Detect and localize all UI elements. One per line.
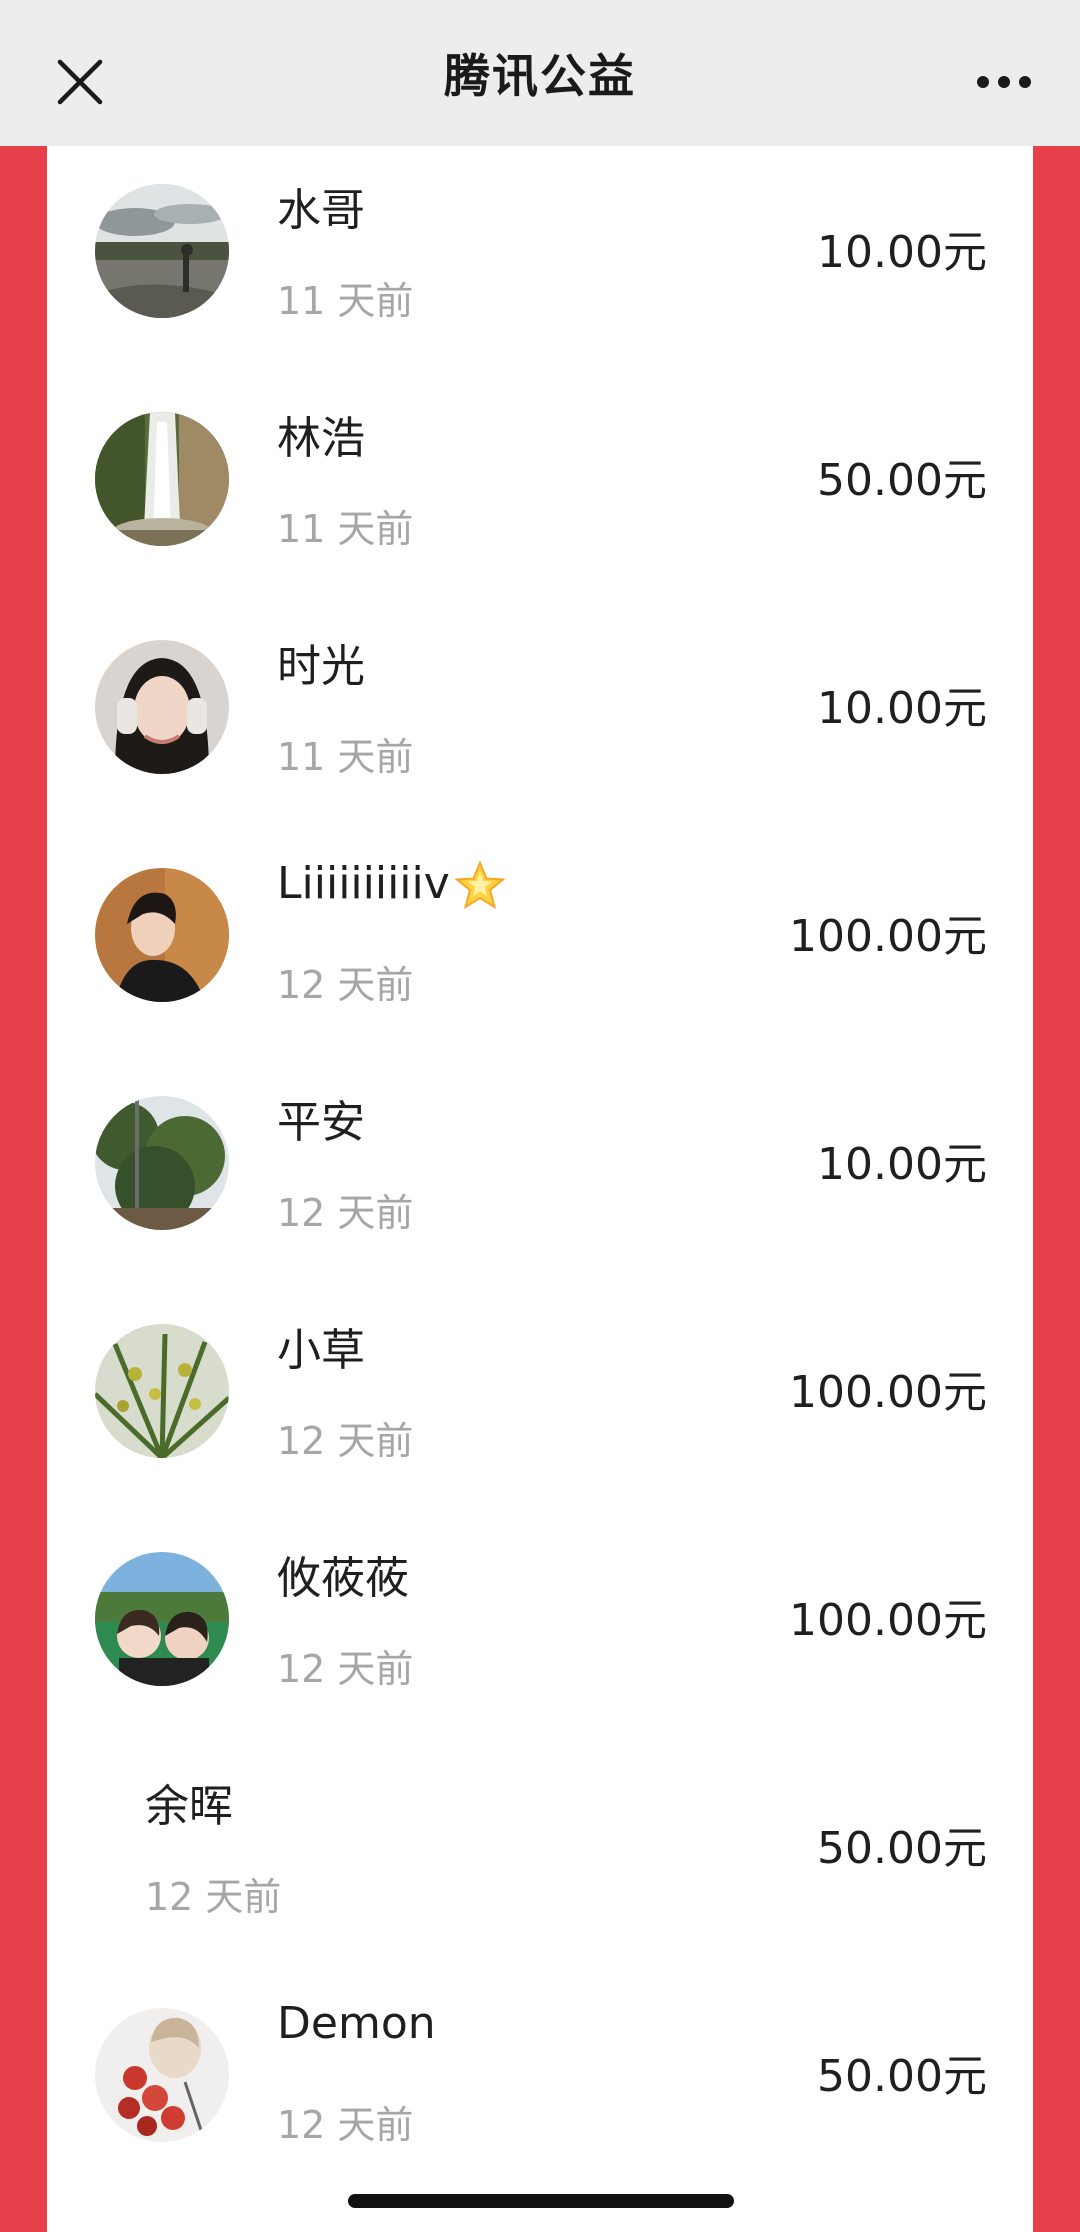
donation-amount: 50.00元 [817,2051,987,2102]
donation-amount: 50.00元 [817,1823,987,1874]
donation-time: 11 天前 [277,735,414,779]
donation-time: 12 天前 [277,2103,414,2147]
donor-name: 余晖 [145,1781,233,1832]
donor-row[interactable]: Liiiiiiiiiiv 12 天前 100.00元 [47,830,1033,1058]
page-title: 腾讯公益 [444,49,636,103]
more-icon [977,76,1031,88]
avatar-landscape-icon[interactable] [95,184,229,318]
donation-time: 11 天前 [277,279,414,323]
avatar-plant-icon[interactable] [95,1324,229,1458]
avatar-portrait-icon[interactable] [95,868,229,1002]
donor-list: 水哥 11 天前 10.00元 林浩 11 天前 50.00元 时光 11 天前… [47,146,1033,2232]
donor-name: Liiiiiiiiiiv [277,858,506,912]
donation-time: 12 天前 [277,1191,414,1235]
donation-amount: 10.00元 [817,683,987,734]
donor-name: 攸莜莜 [277,1553,409,1604]
donor-row[interactable]: Demon 12 天前 50.00元 [47,1970,1033,2198]
donation-amount: 10.00元 [817,227,987,278]
avatar-waterfall-icon[interactable] [95,412,229,546]
donor-name: 小草 [277,1325,365,1376]
page-background: 水哥 11 天前 10.00元 林浩 11 天前 50.00元 时光 11 天前… [0,146,1080,2232]
donor-row[interactable]: 平安 12 天前 10.00元 [47,1058,1033,1286]
donor-row[interactable]: 时光 11 天前 10.00元 [47,602,1033,830]
donor-name-text: Liiiiiiiiiiv [277,858,450,909]
more-options-button[interactable] [968,58,1040,106]
close-icon [57,59,103,105]
donor-name: 水哥 [277,185,365,236]
donor-name: 平安 [277,1097,365,1148]
avatar-trees-icon[interactable] [95,1096,229,1230]
donation-amount: 100.00元 [789,1595,987,1646]
donor-name: 时光 [277,641,365,692]
donation-amount: 100.00元 [789,911,987,962]
donor-row[interactable]: 水哥 11 天前 10.00元 [47,146,1033,374]
avatar-flowers-icon[interactable] [95,2008,229,2142]
donation-time: 12 天前 [277,963,414,1007]
donor-row[interactable]: 小草 12 天前 100.00元 [47,1286,1033,1514]
donor-name: 林浩 [277,413,365,464]
donor-row[interactable]: 攸莜莜 12 天前 100.00元 [47,1514,1033,1742]
avatar-two-people-icon[interactable] [95,1552,229,1686]
donor-name: Demon [277,1998,436,2049]
donation-time: 12 天前 [277,1647,414,1691]
donation-time: 12 天前 [145,1875,282,1919]
donation-amount: 10.00元 [817,1139,987,1190]
donation-time: 12 天前 [277,1419,414,1463]
donor-row[interactable]: 林浩 11 天前 50.00元 [47,374,1033,602]
avatar-portrait-headphones-icon[interactable] [95,640,229,774]
home-indicator[interactable] [348,2194,734,2208]
donor-row[interactable]: 余晖 12 天前 50.00元 [47,1742,1033,1970]
donation-amount: 50.00元 [817,455,987,506]
star-icon [454,860,506,910]
close-button[interactable] [48,50,112,114]
donation-time: 11 天前 [277,507,414,551]
navigation-bar: 腾讯公益 [0,0,1080,146]
donation-amount: 100.00元 [789,1367,987,1418]
